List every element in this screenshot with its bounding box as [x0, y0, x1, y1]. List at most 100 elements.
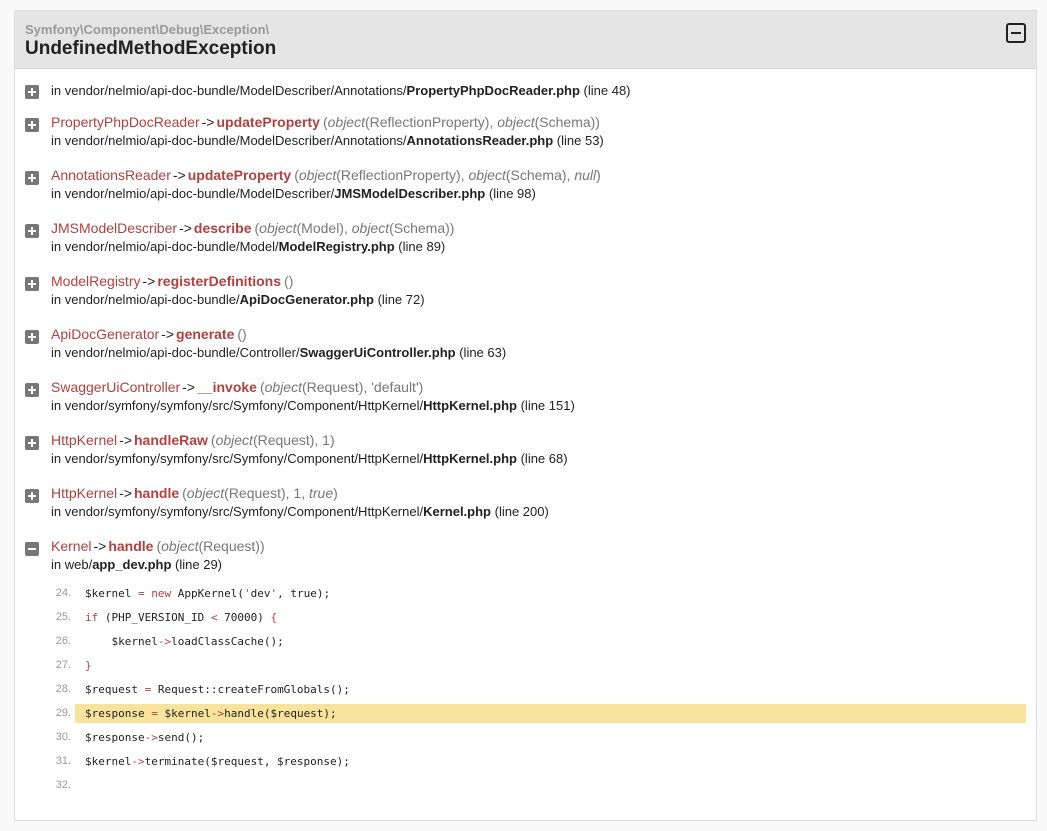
trace-line: (line 72): [373, 292, 425, 307]
trace-line: (line 68): [516, 451, 568, 466]
trace-path: in vendor/nelmio/api-doc-bundle/ModelDes…: [51, 186, 335, 201]
trace-args: (object(Model), object(Schema)): [254, 220, 455, 236]
code-line-highlighted: 29. $response = $kernel->handle($request)…: [56, 704, 1026, 723]
collapse-all-icon[interactable]: [1006, 23, 1026, 43]
trace-path: in vendor/symfony/symfony/src/Symfony/Co…: [51, 451, 424, 466]
code-text: }: [85, 659, 92, 672]
trace-method: handle: [134, 485, 180, 501]
expand-icon[interactable]: [25, 436, 39, 450]
trace-location: in web/app_dev.php (line 29): [51, 557, 222, 572]
trace-args: (object(ReflectionProperty), object(Sche…: [322, 114, 600, 130]
trace-class: ModelRegistry: [51, 273, 141, 289]
trace-line: (line 53): [553, 133, 604, 148]
trace-args: (object(Request), 'default'): [259, 379, 424, 395]
code-line: 30. $response->send();: [25, 728, 1026, 747]
exception-panel: Symfony\Component\Debug\Exception\ Undef…: [14, 10, 1037, 821]
trace-location: in vendor/nelmio/api-doc-bundle/ModelDes…: [51, 133, 604, 148]
trace-line: (line 151): [516, 398, 575, 413]
trace-call: HttpKernel -> handleRaw (object(Request), 1…: [51, 432, 335, 448]
line-number: 28.: [55, 683, 71, 695]
trace-method: registerDefinitions: [157, 273, 282, 289]
trace-file: PropertyPhpDocReader.php: [406, 83, 580, 98]
trace-line: (line 48): [579, 83, 631, 98]
code-text: $response = $kernel->handle($request);: [85, 707, 337, 720]
code-line: 28. $request = Request::createFromGlobals…: [25, 680, 1026, 699]
trace-file: JMSModelDescriber.php: [334, 186, 486, 201]
trace-method: handle: [108, 538, 154, 554]
trace-path: in vendor/symfony/symfony/src/Symfony/Co…: [51, 504, 424, 519]
line-number: 32.: [55, 779, 71, 791]
expand-icon[interactable]: [25, 330, 39, 344]
trace-call: ApiDocGenerator -> generate(): [51, 326, 247, 342]
trace-class: SwaggerUiController: [51, 379, 181, 395]
code-text: if (PHP_VERSION_ID < 70000) {: [85, 611, 278, 624]
trace-file: SwaggerUiController.php: [299, 345, 456, 360]
trace-call: ModelRegistry -> registerDefinitions(): [51, 273, 293, 289]
code-line: 27.}: [25, 656, 1026, 675]
trace-arrow: ->: [142, 273, 156, 289]
trace-location: in vendor/symfony/symfony/src/Symfony/Co…: [51, 398, 575, 413]
trace-location: in vendor/nelmio/api-doc-bundle/ModelDes…: [51, 186, 536, 201]
line-number: 29.: [55, 707, 71, 719]
expand-icon[interactable]: [25, 489, 39, 503]
trace-call: JMSModelDescriber -> describe (object(Model…: [51, 220, 454, 236]
trace-file: app_dev.php: [92, 557, 172, 572]
trace-file: HttpKernel.php: [423, 398, 517, 413]
expand-icon[interactable]: [25, 118, 39, 132]
expand-icon[interactable]: [25, 277, 39, 291]
trace-arrow: ->: [201, 114, 215, 130]
trace-location: in vendor/nelmio/api-doc-bundle/Model/Mo…: [51, 239, 445, 254]
trace-file: HttpKernel.php: [423, 451, 517, 466]
trace-file: Kernel.php: [423, 504, 491, 519]
expand-icon[interactable]: [25, 383, 39, 397]
trace-method: __invoke: [197, 379, 257, 395]
code-text: $kernel = new AppKernel('dev', true);: [85, 587, 331, 600]
code-line: 32.: [25, 776, 1026, 795]
trace-method: handleRaw: [134, 432, 208, 448]
trace-args: (): [237, 326, 247, 342]
trace-path: in vendor/nelmio/api-doc-bundle/Controll…: [51, 345, 300, 360]
trace-location: in vendor/nelmio/api-doc-bundle/Controll…: [51, 345, 506, 360]
exception-title: UndefinedMethodException: [25, 38, 277, 59]
trace-class: Kernel: [51, 538, 92, 554]
trace-class: HttpKernel: [51, 485, 118, 501]
line-number: 26.: [55, 635, 71, 647]
trace-line: (line 89): [394, 239, 446, 254]
expand-icon[interactable]: [25, 85, 39, 99]
code-line: 24. $kernel = new AppKernel('dev', true);: [25, 584, 1026, 603]
trace-arrow: ->: [93, 538, 107, 554]
expand-icon[interactable]: [25, 224, 39, 238]
trace-arrow: ->: [179, 220, 192, 236]
collapse-icon[interactable]: [25, 542, 39, 556]
trace-args: (object(Request), 1, true): [182, 485, 338, 501]
trace-path: in vendor/nelmio/api-doc-bundle/Model/: [51, 239, 279, 254]
trace-arrow: ->: [182, 379, 196, 395]
trace-file: ApiDocGenerator.php: [239, 292, 374, 307]
trace-arrow: ->: [119, 485, 132, 501]
trace-arrow: ->: [119, 432, 132, 448]
trace-file: ModelRegistry.php: [278, 239, 395, 254]
trace-method: generate: [176, 326, 235, 342]
trace-method: updateProperty: [187, 167, 292, 183]
exception-header: Symfony\Component\Debug\Exception\ Undef…: [15, 11, 1036, 69]
trace-location: in vendor/symfony/symfony/src/Symfony/Co…: [51, 504, 549, 519]
line-number: 27.: [55, 659, 71, 671]
trace-path: in web/: [51, 557, 93, 572]
trace-path: in vendor/nelmio/api-doc-bundle/: [51, 292, 240, 307]
trace-location: in vendor/symfony/symfony/src/Symfony/Co…: [51, 451, 568, 466]
code-line: 31. $kernel->terminate($request, $respons…: [25, 752, 1026, 771]
code-text: $kernel->terminate($request, $response);: [85, 755, 350, 768]
trace-line: (line 29): [171, 557, 222, 572]
trace-call: PropertyPhpDocReader -> updateProperty (obj…: [51, 114, 600, 130]
trace-class: ApiDocGenerator: [51, 326, 160, 342]
expand-icon[interactable]: [25, 171, 39, 185]
trace-arrow: ->: [161, 326, 175, 342]
trace-args: (object(Request), 1): [210, 432, 335, 448]
line-number: 25.: [55, 611, 71, 623]
trace-method: updateProperty: [216, 114, 320, 130]
trace-location: in vendor/nelmio/api-doc-bundle/ApiDocGe…: [51, 292, 425, 307]
line-number: 24.: [55, 587, 71, 599]
trace-args: (object(Request)): [156, 538, 265, 554]
trace-call: SwaggerUiController -> __invoke (object(Req…: [51, 379, 423, 395]
trace-method: describe: [193, 220, 252, 236]
